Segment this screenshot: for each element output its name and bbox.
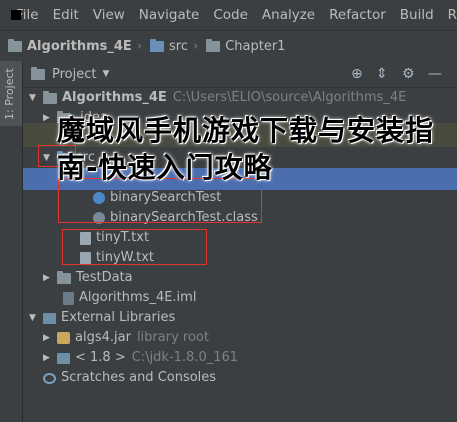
chevron-down-icon[interactable]: ▼ [29, 88, 39, 108]
breadcrumb-item-src[interactable]: src › [142, 38, 198, 54]
annotation-box-txt-files [62, 229, 207, 265]
tree-label: TestData [76, 270, 133, 285]
menu-edit[interactable]: Edit [53, 7, 79, 23]
folder-icon [57, 270, 71, 284]
tree-label: Algorithms_4E.iml [79, 290, 197, 305]
tree-label: Scratches and Consoles [61, 370, 217, 385]
jar-icon [57, 332, 70, 344]
folder-icon [206, 38, 221, 52]
module-file-icon [63, 291, 74, 305]
menu-run[interactable]: Run [448, 7, 457, 23]
project-view-selector[interactable]: Project [52, 67, 96, 82]
menu-navigate[interactable]: Navigate [139, 7, 200, 23]
breadcrumb: Algorithms_4E › src › Chapter1 [0, 30, 457, 62]
menu-bar: File Edit View Navigate Code Analyze Ref… [0, 0, 457, 30]
breadcrumb-label: src [169, 38, 188, 54]
jdk-icon [57, 352, 70, 364]
menu-view[interactable]: View [93, 7, 125, 23]
project-panel-header: Project ▼ ⊕ ⇕ ⚙ — [23, 61, 457, 88]
gear-icon[interactable]: ⚙ [402, 66, 415, 82]
library-icon [43, 312, 56, 324]
breadcrumb-item-project[interactable]: Algorithms_4E › [0, 38, 142, 54]
source-folder-icon [150, 38, 165, 52]
breadcrumb-item-chapter1[interactable]: Chapter1 [198, 38, 286, 54]
menu-build[interactable]: Build [400, 7, 434, 23]
tree-label: External Libraries [61, 310, 176, 325]
scratches-icon [43, 372, 56, 384]
tree-row-testdata[interactable]: ▶ TestData [43, 268, 133, 288]
folder-icon [8, 38, 22, 52]
breadcrumb-label: Algorithms_4E [27, 38, 132, 54]
project-folder-icon [31, 66, 45, 80]
tree-path: C:\Users\ELIO\source\Algorithms_4E [172, 90, 407, 105]
tree-row-root[interactable]: ▼ Algorithms_4E C:\Users\ELIO\source\Alg… [29, 88, 406, 108]
tree-row-external-libraries[interactable]: ▼ External Libraries [29, 308, 175, 328]
chevron-right-icon[interactable]: ▶ [43, 268, 53, 288]
chevron-down-icon[interactable]: ▼ [102, 69, 109, 79]
tree-note: library root [136, 330, 209, 345]
watermark-overlay-text: 魔域风手机游戏下载与安装指南-快速入门攻略 [57, 114, 435, 184]
chevron-right-icon[interactable]: ▶ [43, 348, 53, 368]
breadcrumb-label: Chapter1 [225, 38, 286, 54]
tree-label: Algorithms_4E [62, 90, 167, 105]
menu-refactor[interactable]: Refactor [329, 7, 386, 23]
chevron-right-icon[interactable]: ▶ [43, 328, 53, 348]
menu-code[interactable]: Code [213, 7, 248, 23]
collapse-icon[interactable]: ⇕ [376, 66, 388, 82]
crosshair-icon[interactable]: ⊕ [351, 66, 363, 82]
menu-analyze[interactable]: Analyze [262, 7, 315, 23]
tree-row-scratches[interactable]: Scratches and Consoles [43, 368, 216, 388]
tree-label: < 1.8 > [75, 350, 126, 365]
chevron-down-icon[interactable]: ▼ [29, 308, 39, 328]
project-tool-label: 1: Project [3, 68, 16, 120]
hide-icon[interactable]: — [428, 66, 442, 82]
tree-label: algs4.jar [75, 330, 131, 345]
tree-path: C:\jdk-1.8.0_161 [131, 350, 239, 365]
tree-row-iml[interactable]: Algorithms_4E.iml [63, 288, 196, 308]
tree-row-algs4-jar[interactable]: ▶ algs4.jar library root [43, 328, 209, 348]
tree-row-jdk[interactable]: ▶ < 1.8 > C:\jdk-1.8.0_161 [43, 348, 238, 368]
folder-icon [43, 90, 57, 104]
